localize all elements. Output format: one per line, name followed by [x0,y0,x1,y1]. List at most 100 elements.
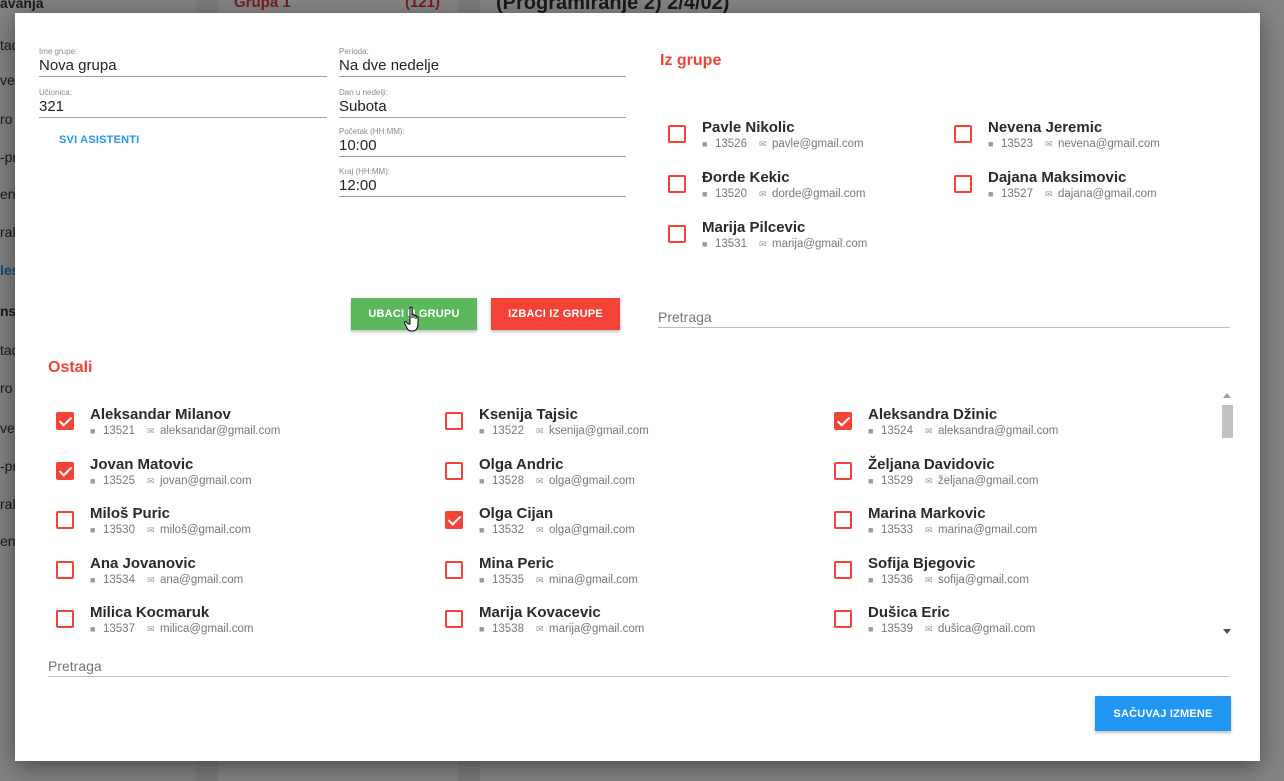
member-item[interactable]: Nevena Jeremic ■ 13523 ✉ nevena@gmail.com [954,119,1234,159]
member-item[interactable]: Jovan Matovic ■ 13525 ✉ jovan@gmail.com [56,456,436,496]
member-item[interactable]: Sofija Bjegovic ■ 13536 ✉ sofija@gmail.com [834,555,1214,595]
member-checkbox[interactable] [668,225,686,243]
member-item[interactable]: Marija Kovacevic ■ 13538 ✉ marija@gmail.com [445,604,825,636]
member-item[interactable]: Marina Markovic ■ 13533 ✉ marina@gmail.com [834,505,1214,545]
member-email: ksenija@gmail.com [548,425,649,437]
member-email: željana@gmail.com [937,474,1039,487]
scroll-down-arrow-icon[interactable] [1223,629,1231,634]
others-list[interactable]: Aleksandar Milanov ■ 13521 ✉ aleksandar@gmai… [48,393,1223,636]
book-icon: ■ [90,574,96,585]
member-checkbox[interactable] [56,461,74,480]
member-meta: ■ 13538 ✉ marija@gmail.com [479,623,644,635]
member-item[interactable]: Milica Kocmaruk ■ 13537 ✉ milica@gmail.com [56,604,436,636]
member-checkbox[interactable] [834,412,852,430]
others-scrollbar[interactable] [1220,391,1234,636]
member-name: Ana Jovanovic [90,554,196,572]
member-checkbox[interactable] [834,610,852,628]
envelope-icon: ✉ [146,624,155,634]
member-item[interactable]: Ksenija Tajsic ■ 13522 ✉ ksenija@gmail.com [445,406,825,446]
member-checkbox[interactable] [445,511,463,529]
scroll-up-arrow-icon[interactable] [1223,393,1231,398]
member-checkbox[interactable] [834,511,852,529]
book-icon: ■ [479,525,485,535]
member-checkbox[interactable] [668,125,686,143]
member-checkbox[interactable] [445,412,463,430]
member-email: milica@gmail.com [159,623,254,635]
member-item[interactable]: Aleksandar Milanov ■ 13521 ✉ aleksandar@gmai… [56,406,436,446]
start-time-field[interactable]: Početak (HH:MM): 10:00 [339,127,626,157]
member-name: Đorde Kekic [702,169,790,186]
member-name: Mina Peric [479,554,555,572]
others-search-input[interactable]: Pretraga [48,658,1230,677]
period-field[interactable]: Perioda: Na dve nedelje [339,47,626,77]
member-name: Nevena Jeremic [988,119,1103,136]
member-email: marina@gmail.com [937,524,1038,536]
member-id: 13533 [881,524,913,536]
member-item[interactable]: Miloš Puric ■ 13530 ✉ miloš@gmail.com [56,505,436,545]
book-icon: ■ [868,475,874,486]
member-item[interactable]: Marija Pilcevic ■ 13531 ✉ marija@gmail.com [668,219,948,259]
book-icon: ■ [90,475,96,486]
period-select[interactable]: Na dve nedelje [339,57,626,75]
scroll-thumb[interactable] [1222,405,1233,438]
all-assistants-button[interactable]: SVI ASISTENTI [59,134,139,146]
save-changes-button[interactable]: SAČUVAJ IZMENE [1095,696,1231,731]
group-name-input[interactable]: Nova grupa [39,57,327,75]
member-id: 13536 [881,573,913,586]
remove-from-group-button[interactable]: IZBACI IZ GRUPE [491,298,620,330]
member-checkbox[interactable] [954,175,972,193]
classroom-input[interactable]: 321 [39,98,327,116]
member-checkbox[interactable] [56,610,74,628]
member-item[interactable]: Mina Peric ■ 13535 ✉ mina@gmail.com [445,555,825,595]
member-item[interactable]: Dušica Eric ■ 13539 ✉ dušica@gmail.com [834,604,1214,636]
member-item[interactable]: Ana Jovanovic ■ 13534 ✉ ana@gmail.com [56,555,436,595]
member-item[interactable]: Olga Andric ■ 13528 ✉ olga@gmail.com [445,456,825,496]
member-checkbox[interactable] [445,560,463,579]
member-id: 13539 [881,623,913,635]
envelope-icon: ✉ [535,574,544,585]
in-group-search-input[interactable]: Pretraga [658,309,1230,328]
member-name: Olga Andric [479,455,564,473]
member-checkbox[interactable] [668,175,686,193]
classroom-field[interactable]: Učionica: 321 [39,88,327,118]
member-item[interactable]: Đorde Kekic ■ 13520 ✉ dorde@gmail.com [668,169,948,209]
member-item[interactable]: Pavle Nikolic ■ 13526 ✉ pavle@gmail.com [668,119,948,159]
member-email: aleksandra@gmail.com [937,425,1059,437]
member-email: sofija@gmail.com [937,573,1029,586]
member-name: Miloš Puric [90,505,171,522]
member-meta: ■ 13525 ✉ jovan@gmail.com [90,475,252,487]
end-time-field[interactable]: Kraj (HH:MM): 12:00 [339,167,626,197]
member-id: 13524 [881,425,913,437]
member-checkbox[interactable] [834,560,852,579]
envelope-icon: ✉ [146,475,155,486]
member-meta: ■ 13531 ✉ marija@gmail.com [702,238,867,250]
envelope-icon: ✉ [1044,139,1053,149]
member-item[interactable]: Olga Cijan ■ 13532 ✉ olga@gmail.com [445,505,825,545]
member-checkbox[interactable] [56,511,74,529]
group-name-field[interactable]: Ime grupe: Nova grupa [39,47,327,77]
member-checkbox[interactable] [445,461,463,480]
end-time-input[interactable]: 12:00 [339,177,626,195]
member-item[interactable]: Dajana Maksimovic ■ 13527 ✉ dajana@gmail.com [954,169,1234,209]
weekday-select[interactable]: Subota [339,98,626,116]
weekday-field[interactable]: Dan u nedelji: Subota [339,88,626,118]
member-name: Željana Davidovic [868,455,995,473]
member-checkbox[interactable] [56,412,74,430]
member-checkbox[interactable] [834,461,852,480]
book-icon: ■ [90,624,96,634]
member-email: olga@gmail.com [548,474,635,487]
member-id: 13523 [1001,138,1033,150]
book-icon: ■ [702,189,708,199]
member-id: 13537 [103,623,135,635]
end-time-label: Kraj (HH:MM): [339,167,391,176]
member-checkbox[interactable] [445,610,463,628]
member-checkbox[interactable] [56,560,74,579]
member-checkbox[interactable] [954,125,972,143]
member-meta: ■ 13529 ✉ željana@gmail.com [868,475,1039,487]
envelope-icon: ✉ [758,239,767,249]
member-item[interactable]: Željana Davidovic ■ 13529 ✉ željana@gmail.co… [834,456,1214,496]
envelope-icon: ✉ [1044,189,1053,199]
start-time-input[interactable]: 10:00 [339,137,626,155]
member-item[interactable]: Aleksandra Džinic ■ 13524 ✉ aleksandra@gmail… [834,406,1214,446]
member-meta: ■ 13536 ✉ sofija@gmail.com [868,574,1029,586]
